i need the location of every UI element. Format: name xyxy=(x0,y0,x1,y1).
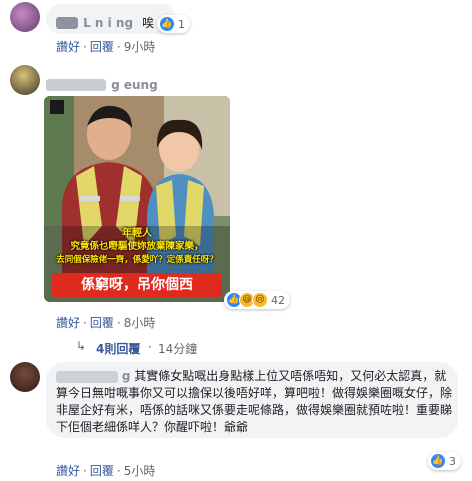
commenter-name-blurred[interactable] xyxy=(56,16,78,29)
reaction-count: 1 xyxy=(178,17,185,31)
reaction-count: 3 xyxy=(449,454,456,468)
comment-bubble: L n i ng 唉 xyxy=(46,4,176,34)
view-replies-link[interactable]: 4則回覆 xyxy=(96,340,140,357)
commenter-header: g eung xyxy=(46,74,158,93)
like-button[interactable]: 讚好 xyxy=(56,316,80,330)
photo-caption-line2: 究竟係乜嘢驅使妳放棄陳家樂， xyxy=(70,241,204,252)
reaction-count: 42 xyxy=(271,293,285,307)
comment-actions: 讚好 · 回覆 · 9小時 xyxy=(56,40,156,54)
avatar[interactable] xyxy=(10,362,40,392)
reaction-summary[interactable]: 👍 😆 😢 42 xyxy=(224,291,290,309)
photo-caption-line3: 去同個保險佬一齊，係愛吖？定係責任呀？ xyxy=(56,255,218,265)
timestamp[interactable]: 8小時 xyxy=(124,316,156,330)
photo-watermark xyxy=(50,100,64,114)
photo-caption-line1: 年輕人 xyxy=(122,228,152,239)
reply-arrow-icon: ↳ xyxy=(76,339,87,353)
comment-body: g 其實條女點嘅出身點樣上位又唔係唔知，又何必太認真，就算今日無咁嘅事你又可以擔… xyxy=(56,368,452,436)
photo-caption-big: 係窮呀，吊你個西 xyxy=(52,273,222,297)
like-icon: 👍 xyxy=(430,453,446,469)
commenter-name[interactable]: g eung xyxy=(111,78,158,92)
comment-text: 唉 xyxy=(142,16,155,30)
photo-illustration xyxy=(44,96,230,302)
reaction-summary[interactable]: 👍 3 xyxy=(428,452,461,470)
comment-photo[interactable]: 年輕人 究竟係乜嘢驅使妳放棄陳家樂， 去同個保險佬一齊，係愛吖？定係責任呀？ 係… xyxy=(44,96,230,302)
commenter-name[interactable]: g xyxy=(122,369,131,383)
commenter-name-blurred[interactable] xyxy=(56,370,118,383)
commenter-name[interactable]: L n i ng xyxy=(83,16,133,30)
replies-timestamp[interactable]: 14分鐘 xyxy=(158,340,197,357)
like-button[interactable]: 讚好 xyxy=(56,40,80,54)
commenter-name-blurred[interactable] xyxy=(46,78,106,91)
like-icon: 👍 xyxy=(159,16,175,32)
comment-actions: 讚好 · 回覆 · 5小時 xyxy=(56,464,156,478)
like-button[interactable]: 讚好 xyxy=(56,464,80,478)
comment-actions: 讚好 · 回覆 · 8小時 xyxy=(56,316,156,330)
timestamp[interactable]: 9小時 xyxy=(124,40,156,54)
replies-dot: · xyxy=(148,340,152,354)
reply-button[interactable]: 回覆 xyxy=(90,40,114,54)
avatar[interactable] xyxy=(10,65,40,95)
comment-bubble: g 其實條女點嘅出身點樣上位又唔係唔知，又何必太認真，就算今日無咁嘅事你又可以擔… xyxy=(46,362,458,438)
reply-button[interactable]: 回覆 xyxy=(90,464,114,478)
avatar[interactable] xyxy=(10,2,40,32)
timestamp[interactable]: 5小時 xyxy=(124,464,156,478)
reaction-summary[interactable]: 👍 1 xyxy=(157,15,190,33)
reply-button[interactable]: 回覆 xyxy=(90,316,114,330)
sad-icon: 😢 xyxy=(252,292,268,308)
